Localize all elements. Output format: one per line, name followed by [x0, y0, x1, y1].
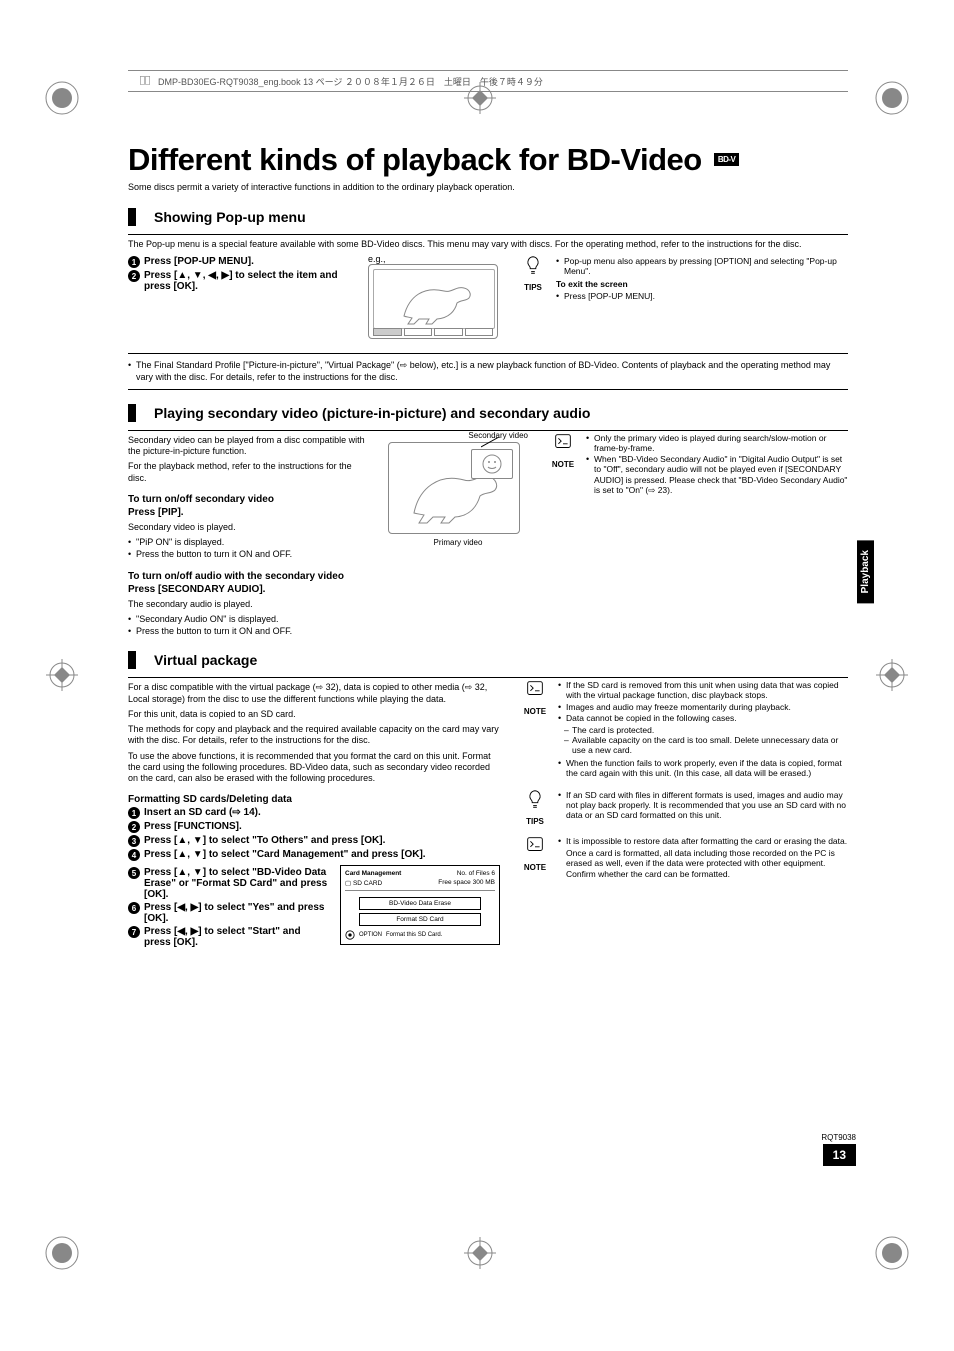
cm-btn-erase: BD-Video Data Erase: [359, 897, 481, 910]
option-icon: [345, 930, 355, 940]
s3-s4: 4Press [▲, ▼] to select "Card Management…: [128, 849, 500, 861]
s3-n1b: Images and audio may freeze momentarily …: [558, 702, 848, 712]
s3-n1d: When the function fails to work properly…: [558, 758, 848, 778]
s1-tip2: Press [POP-UP MENU].: [556, 291, 848, 301]
s2-h2cmd: Press [SECONDARY AUDIO].: [128, 584, 368, 595]
page-title: Different kinds of playback for BD-Video…: [128, 142, 848, 178]
s3-n1a: If the SD card is removed from this unit…: [558, 680, 848, 700]
s2-h2: To turn on/off audio with the secondary …: [128, 571, 368, 582]
note-icon-3: NOTE: [520, 834, 550, 872]
s3-p3: The methods for copy and playback and th…: [128, 724, 500, 747]
s2-h1: To turn on/off secondary video: [128, 494, 368, 505]
regmark-br: [872, 1233, 912, 1273]
page-footer: RQT9038 13: [821, 1133, 856, 1166]
tips-icon-2: TIPS: [520, 788, 550, 826]
regmark-tl: [42, 78, 82, 118]
book-icon: [138, 74, 152, 88]
s2-h1b1: "PiP ON" is displayed.: [128, 537, 368, 548]
card-mgmt-illustration: Card ManagementNo. of Files 6 ▢ SD CARDF…: [340, 865, 500, 945]
header-strip: DMP-BD30EG-RQT9038_eng.book 13 ページ ２００８年…: [128, 70, 848, 92]
section-popup-heading: Showing Pop-up menu: [128, 208, 848, 226]
lbl-secondary: Secondary video: [388, 431, 528, 440]
s3-s5: 5Press [▲, ▼] to select "BD-Video Data E…: [128, 867, 328, 900]
s3-nn3: Confirm whether the card can be formatte…: [558, 869, 848, 879]
s3-n1c: Data cannot be copied in the following c…: [558, 713, 848, 723]
tips-icon: TIPS: [518, 254, 548, 292]
section-vp-heading: Virtual package: [128, 651, 848, 669]
s2-h2l1: The secondary audio is played.: [128, 599, 368, 610]
regmark-tr: [872, 78, 912, 118]
s3-s7: 7Press [◀, ▶] to select "Start" and pres…: [128, 926, 328, 948]
illustration-popup: [368, 264, 498, 339]
s3-s1: 1Insert an SD card (⇨ 14).: [128, 807, 500, 819]
s2-p1: Secondary video can be played from a dis…: [128, 435, 368, 458]
s2-n2: When "BD-Video Secondary Audio" in "Digi…: [586, 454, 848, 495]
s1-step1: 1Press [POP-UP MENU].: [128, 256, 348, 268]
intro-text: Some discs permit a variety of interacti…: [128, 182, 848, 192]
s3-s2: 2Press [FUNCTIONS].: [128, 821, 500, 833]
cm-btn-format: Format SD Card: [359, 913, 481, 926]
s2-h1cmd: Press [PIP].: [128, 507, 368, 518]
side-tab-playback: Playback: [857, 540, 874, 603]
note-icon: NOTE: [548, 431, 578, 469]
s3-p2: For this unit, data is copied to an SD c…: [128, 709, 500, 720]
s2-h1b2: Press the button to turn it ON and OFF.: [128, 549, 368, 560]
s2-n1: Only the primary video is played during …: [586, 433, 848, 453]
s3-fmth: Formatting SD cards/Deleting data: [128, 794, 500, 805]
face-icon: [472, 450, 512, 478]
lbl-primary: Primary video: [388, 538, 528, 547]
regmark-bl: [42, 1233, 82, 1273]
section1-desc: The Pop-up menu is a special feature ava…: [128, 239, 848, 250]
note-icon-2: NOTE: [520, 678, 550, 716]
s3-t1: If an SD card with files in different fo…: [558, 790, 848, 821]
header-strip-text: DMP-BD30EG-RQT9038_eng.book 13 ページ ２００８年…: [158, 75, 543, 88]
s3-s3: 3Press [▲, ▼] to select "To Others" and …: [128, 835, 500, 847]
s1-tip-head: To exit the screen: [556, 279, 848, 289]
bdv-badge: BD-V: [714, 153, 740, 166]
s2-h1l1: Secondary video is played.: [128, 522, 368, 533]
section-pip-heading: Playing secondary video (picture-in-pict…: [128, 404, 848, 422]
regmark-mr: [872, 655, 912, 695]
page-number: 13: [823, 1144, 856, 1166]
fsp-note: The Final Standard Profile ["Picture-in-…: [128, 360, 848, 383]
s1-step2: 2Press [▲, ▼, ◀, ▶] to select the item a…: [128, 270, 348, 292]
s3-n1c2: Available capacity on the card is too sm…: [558, 735, 848, 755]
s1-tip1: Pop-up menu also appears by pressing [OP…: [556, 256, 848, 276]
s2-h2b1: "Secondary Audio ON" is displayed.: [128, 614, 368, 625]
s3-nn2: Once a card is formatted, all data inclu…: [558, 848, 848, 868]
illustration-pip: [388, 442, 520, 534]
s3-n1c1: The card is protected.: [558, 725, 848, 735]
s3-p4: To use the above functions, it is recomm…: [128, 751, 500, 785]
pointer-line: [481, 437, 501, 449]
s2-p2: For the playback method, refer to the in…: [128, 461, 368, 484]
regmark-ml: [42, 655, 82, 695]
s3-nn1: It is impossible to restore data after f…: [558, 836, 848, 846]
dinosaur-icon: [374, 270, 494, 328]
s2-h2b2: Press the button to turn it ON and OFF.: [128, 626, 368, 637]
s3-s6: 6Press [◀, ▶] to select "Yes" and press …: [128, 902, 328, 924]
s3-p1: For a disc compatible with the virtual p…: [128, 682, 500, 705]
regmark-bc: [460, 1233, 500, 1273]
eg-label: e.g.,: [368, 254, 498, 264]
